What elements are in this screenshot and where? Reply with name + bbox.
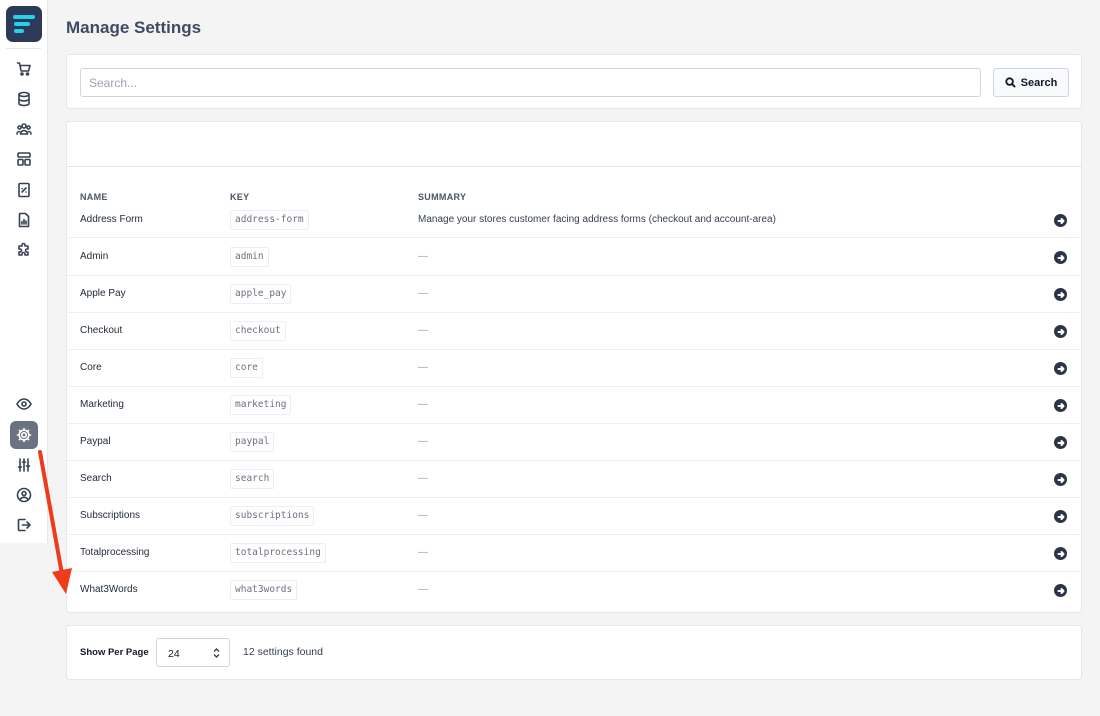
logout-icon[interactable] xyxy=(10,511,38,539)
arrow-right-circle-icon[interactable] xyxy=(1054,510,1067,523)
table-row[interactable]: Search search — xyxy=(67,461,1081,498)
row-key: marketing xyxy=(230,395,292,415)
layout-icon[interactable] xyxy=(10,145,38,173)
table-row[interactable]: What3Words what3words — xyxy=(67,572,1081,609)
row-key: totalprocessing xyxy=(230,543,326,563)
search-card: Search xyxy=(66,54,1082,109)
arrow-right-circle-icon[interactable] xyxy=(1054,251,1067,264)
sliders-icon[interactable] xyxy=(10,451,38,479)
row-name: Address Form xyxy=(80,214,143,225)
row-key: admin xyxy=(230,247,269,267)
arrow-right-circle-icon[interactable] xyxy=(1054,362,1067,375)
row-name: Core xyxy=(80,362,102,373)
row-name: Subscriptions xyxy=(80,510,141,521)
column-header-key: KEY xyxy=(230,192,250,202)
cart-icon[interactable] xyxy=(10,55,38,83)
row-summary: — xyxy=(418,325,428,336)
row-key: checkout xyxy=(230,321,286,341)
row-summary: — xyxy=(418,584,428,595)
report-icon[interactable] xyxy=(10,206,38,234)
receipt-icon[interactable] xyxy=(10,176,38,204)
results-count: 12 settings found xyxy=(243,646,323,658)
table-row[interactable]: Admin admin — xyxy=(67,239,1081,276)
pagination-card: Show Per Page 24 12 settings found xyxy=(66,625,1082,680)
column-header-summary: SUMMARY xyxy=(418,192,467,202)
per-page-value: 24 xyxy=(168,648,180,660)
table-row[interactable]: Subscriptions subscriptions — xyxy=(67,498,1081,535)
search-button[interactable]: Search xyxy=(993,68,1069,97)
table-row[interactable]: Paypal paypal — xyxy=(67,424,1081,461)
settings-table: NAME KEY SUMMARY Address Form address-fo… xyxy=(66,121,1082,613)
app-logo[interactable] xyxy=(6,6,42,42)
users-icon[interactable] xyxy=(10,115,38,143)
search-input[interactable] xyxy=(80,68,981,97)
arrow-right-circle-icon[interactable] xyxy=(1054,436,1067,449)
database-icon[interactable] xyxy=(10,85,38,113)
arrow-right-circle-icon[interactable] xyxy=(1054,214,1067,227)
user-circle-icon[interactable] xyxy=(10,481,38,509)
arrow-right-circle-icon[interactable] xyxy=(1054,547,1067,560)
table-row[interactable]: Apple Pay apple_pay — xyxy=(67,276,1081,313)
row-key: search xyxy=(230,469,275,489)
arrow-right-circle-icon[interactable] xyxy=(1054,325,1067,338)
row-name: Admin xyxy=(80,251,109,262)
table-row[interactable]: Checkout checkout — xyxy=(67,313,1081,350)
per-page-label: Show Per Page xyxy=(80,647,149,658)
puzzle-icon[interactable] xyxy=(10,236,38,264)
row-summary: — xyxy=(418,473,428,484)
row-name: Marketing xyxy=(80,399,124,410)
row-key: subscriptions xyxy=(230,506,315,526)
row-summary: — xyxy=(418,547,428,558)
arrow-right-circle-icon[interactable] xyxy=(1054,584,1067,597)
gear-icon[interactable] xyxy=(10,421,38,449)
row-key: paypal xyxy=(230,432,275,452)
table-row[interactable]: Address Form address-form Manage your st… xyxy=(67,210,1081,238)
sidebar xyxy=(0,0,48,543)
arrow-right-circle-icon[interactable] xyxy=(1054,473,1067,486)
row-key: address-form xyxy=(230,210,309,230)
row-name: Search xyxy=(80,473,112,484)
arrow-right-circle-icon[interactable] xyxy=(1054,288,1067,301)
row-summary: — xyxy=(418,362,428,373)
search-button-label: Search xyxy=(1020,76,1058,89)
row-summary: — xyxy=(418,251,428,262)
page-title: Manage Settings xyxy=(66,18,202,37)
row-summary: Manage your stores customer facing addre… xyxy=(418,214,776,225)
search-icon xyxy=(1005,77,1016,88)
arrow-right-circle-icon[interactable] xyxy=(1054,399,1067,412)
row-summary: — xyxy=(418,399,428,410)
per-page-select[interactable]: 24 xyxy=(156,638,230,667)
column-header-name: NAME xyxy=(80,192,108,202)
sidebar-divider xyxy=(6,48,41,49)
row-summary: — xyxy=(418,436,428,447)
table-row[interactable]: Marketing marketing — xyxy=(67,387,1081,424)
row-name: Paypal xyxy=(80,436,111,447)
row-key: apple_pay xyxy=(230,284,292,304)
row-name: What3Words xyxy=(80,584,138,595)
table-top-divider xyxy=(67,166,1081,167)
row-key: what3words xyxy=(230,580,298,600)
table-row[interactable]: Totalprocessing totalprocessing — xyxy=(67,535,1081,572)
row-summary: — xyxy=(418,288,428,299)
table-row[interactable]: Core core — xyxy=(67,350,1081,387)
row-key: core xyxy=(230,358,263,378)
row-name: Totalprocessing xyxy=(80,547,150,558)
row-summary: — xyxy=(418,510,428,521)
row-name: Checkout xyxy=(80,325,123,336)
row-name: Apple Pay xyxy=(80,288,126,299)
eye-icon[interactable] xyxy=(10,390,38,418)
chevron-up-down-icon xyxy=(213,648,220,658)
